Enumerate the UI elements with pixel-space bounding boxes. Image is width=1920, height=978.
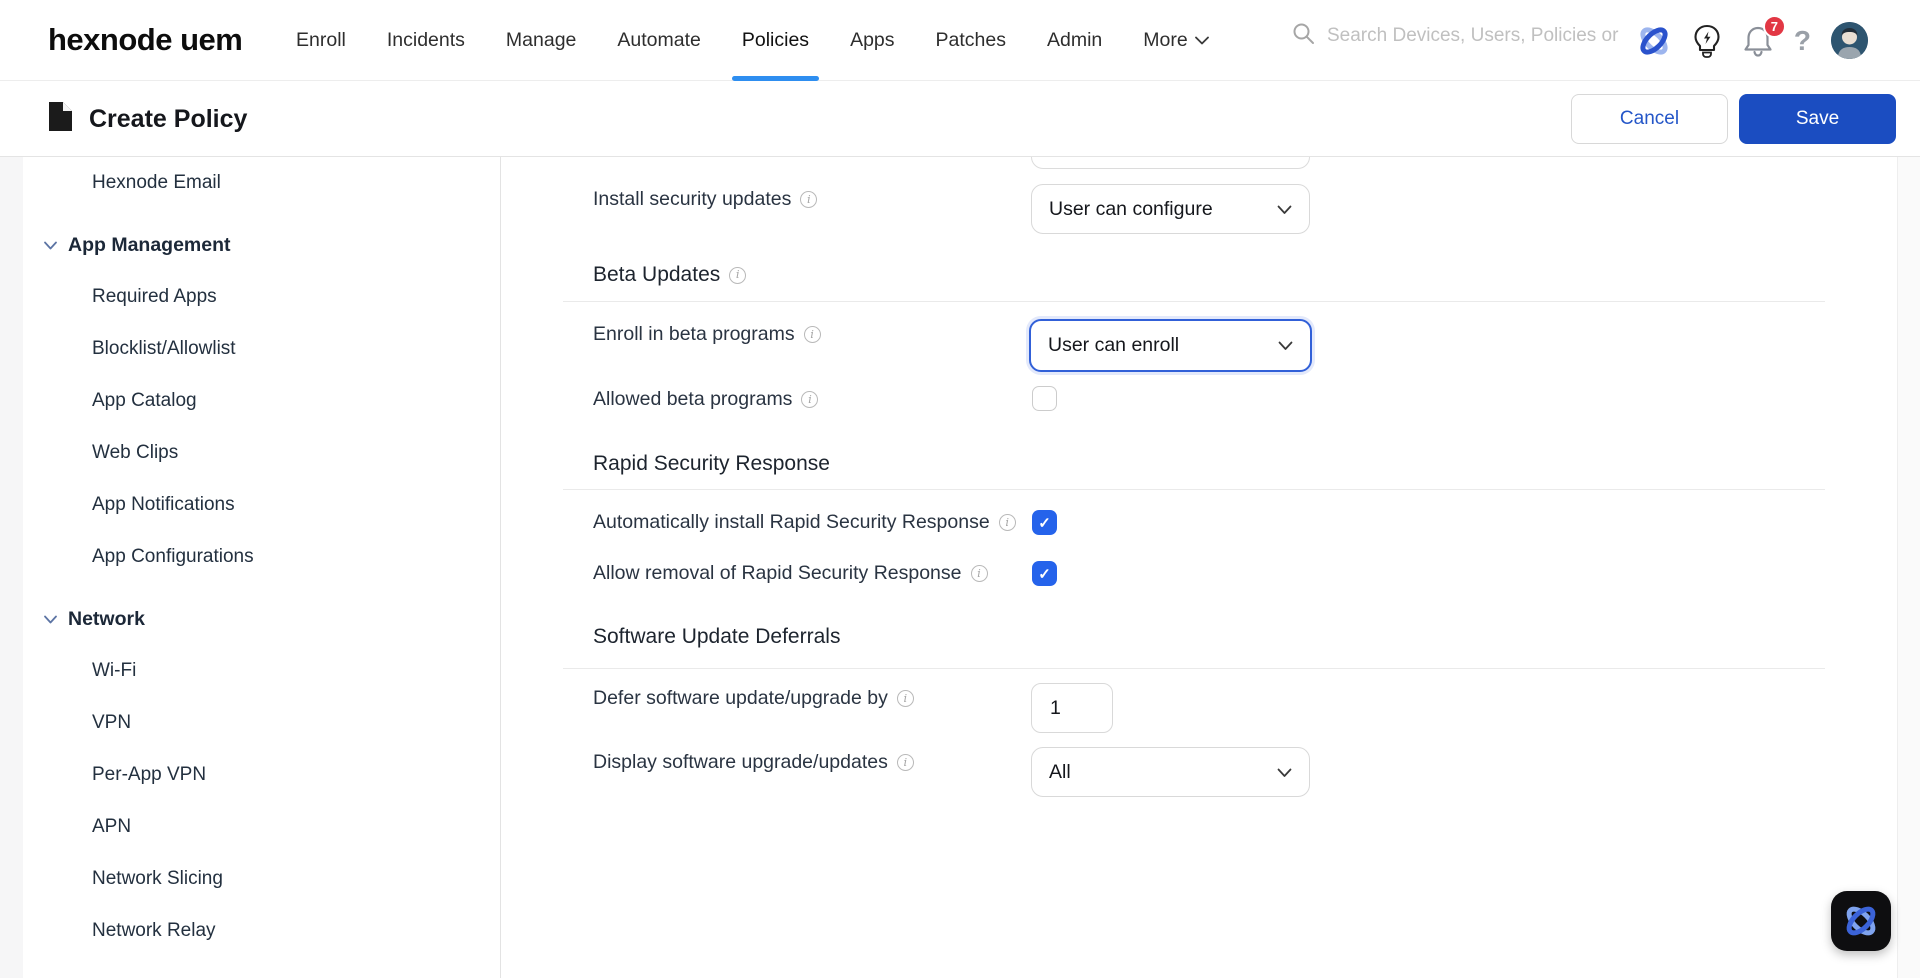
cancel-button[interactable]: Cancel (1571, 94, 1728, 144)
info-icon[interactable] (897, 690, 914, 707)
sidebar-item-required-apps[interactable]: Required Apps (23, 271, 500, 323)
sidebar-item-app-catalog[interactable]: App Catalog (23, 375, 500, 427)
info-icon[interactable] (804, 326, 821, 343)
sidebar-group-security[interactable]: Security (23, 967, 500, 978)
whats-new-bulb-icon[interactable] (1692, 24, 1722, 58)
policy-document-icon (48, 101, 73, 137)
software-update-deferrals-section-title: Software Update Deferrals (593, 625, 840, 649)
rapid-security-response-section-title: Rapid Security Response (593, 452, 830, 476)
chevron-down-icon (44, 241, 57, 250)
section-divider (563, 489, 1825, 490)
nav-item-automate[interactable]: Automate (617, 0, 700, 81)
chevron-down-icon (1278, 334, 1293, 357)
info-icon[interactable] (897, 754, 914, 771)
hexnode-knot-icon (1841, 901, 1881, 941)
save-button[interactable]: Save (1739, 94, 1896, 144)
sidebar-item-network-slicing[interactable]: Network Slicing (23, 853, 500, 905)
sidebar-item-apn[interactable]: APN (23, 801, 500, 853)
display-software-upgrade-select[interactable]: All (1031, 747, 1310, 797)
nav-item-incidents[interactable]: Incidents (387, 0, 465, 81)
info-icon[interactable] (800, 191, 817, 208)
allow-removal-rsr-checkbox[interactable] (1032, 561, 1057, 586)
sidebar-item-wifi[interactable]: Wi-Fi (23, 645, 500, 697)
info-icon[interactable] (999, 514, 1016, 531)
info-icon[interactable] (801, 391, 818, 408)
info-icon[interactable] (971, 565, 988, 582)
install-security-updates-select[interactable]: User can configure (1031, 184, 1310, 234)
sidebar-group-label: Network (68, 608, 145, 631)
select-value: User can enroll (1048, 334, 1179, 357)
defer-software-update-label: Defer software update/upgrade by (593, 687, 914, 710)
select-value: User can configure (1049, 198, 1213, 221)
section-divider (563, 301, 1825, 302)
display-software-upgrade-label: Display software upgrade/updates (593, 751, 914, 774)
sidebar-item-vpn[interactable]: VPN (23, 697, 500, 749)
auto-install-rsr-checkbox[interactable] (1032, 510, 1057, 535)
chevron-down-icon (1277, 198, 1292, 221)
sidebar-item-per-app-vpn[interactable]: Per-App VPN (23, 749, 500, 801)
sidebar-item-hexnode-email[interactable]: Hexnode Email (23, 157, 500, 209)
sidebar-item-network-relay[interactable]: Network Relay (23, 905, 500, 957)
nav-item-apps[interactable]: Apps (850, 0, 894, 81)
nav-item-policies[interactable]: Policies (742, 0, 809, 81)
nav-item-more-label: More (1143, 29, 1187, 52)
navbar-icon-cluster: 7 ? (1636, 0, 1868, 81)
allow-removal-rsr-label: Allow removal of Rapid Security Response (593, 562, 988, 585)
nav-item-manage[interactable]: Manage (506, 0, 576, 81)
global-search (1292, 22, 1622, 50)
defer-days-input[interactable] (1031, 683, 1113, 733)
beta-updates-section-title: Beta Updates (593, 263, 746, 287)
user-avatar[interactable] (1831, 22, 1868, 59)
enroll-beta-programs-label: Enroll in beta programs (593, 323, 821, 346)
left-gutter (0, 157, 23, 978)
enroll-beta-programs-select[interactable]: User can enroll (1029, 319, 1312, 372)
hexnode-logo[interactable]: hexnode uem (48, 22, 242, 58)
policy-sections-sidebar: Hexnode Email App Management Required Ap… (23, 157, 501, 978)
sidebar-group-label: App Management (68, 234, 231, 257)
sidebar-group-network[interactable]: Network (23, 593, 500, 645)
auto-install-rsr-label: Automatically install Rapid Security Res… (593, 511, 1016, 534)
search-icon (1292, 22, 1315, 50)
info-icon[interactable] (729, 267, 746, 284)
chevron-down-icon (44, 615, 57, 624)
select-value: All (1049, 761, 1071, 784)
main-nav: Enroll Incidents Manage Automate Policie… (296, 0, 1209, 81)
nav-item-more[interactable]: More (1143, 0, 1208, 81)
hexnode-chat-widget-button[interactable] (1831, 891, 1891, 951)
notifications-bell-icon[interactable]: 7 (1742, 24, 1774, 58)
clipped-select-above[interactable] (1031, 157, 1310, 169)
search-input[interactable] (1327, 25, 1622, 47)
hexnode-assist-icon[interactable] (1636, 23, 1672, 59)
sidebar-item-app-configurations[interactable]: App Configurations (23, 531, 500, 583)
nav-item-enroll[interactable]: Enroll (296, 0, 346, 81)
chevron-down-icon (1195, 36, 1209, 45)
right-gutter (1897, 157, 1920, 978)
nav-item-admin[interactable]: Admin (1047, 0, 1102, 81)
nav-item-patches[interactable]: Patches (936, 0, 1006, 81)
chevron-down-icon (1277, 761, 1292, 784)
policy-settings-panel: Install security updates User can config… (502, 157, 1897, 978)
create-policy-header: Create Policy Cancel Save (0, 81, 1920, 157)
section-divider (563, 668, 1825, 669)
install-security-updates-label: Install security updates (593, 188, 817, 211)
sidebar-item-app-notifications[interactable]: App Notifications (23, 479, 500, 531)
allowed-beta-programs-checkbox[interactable] (1032, 386, 1057, 411)
notification-count-badge: 7 (1763, 15, 1786, 38)
top-navbar: hexnode uem Enroll Incidents Manage Auto… (0, 0, 1920, 81)
sidebar-item-blocklist-allowlist[interactable]: Blocklist/Allowlist (23, 323, 500, 375)
sidebar-item-web-clips[interactable]: Web Clips (23, 427, 500, 479)
page-title: Create Policy (89, 105, 247, 134)
help-icon[interactable]: ? (1794, 25, 1811, 57)
allowed-beta-programs-label: Allowed beta programs (593, 388, 818, 411)
sidebar-group-app-management[interactable]: App Management (23, 219, 500, 271)
